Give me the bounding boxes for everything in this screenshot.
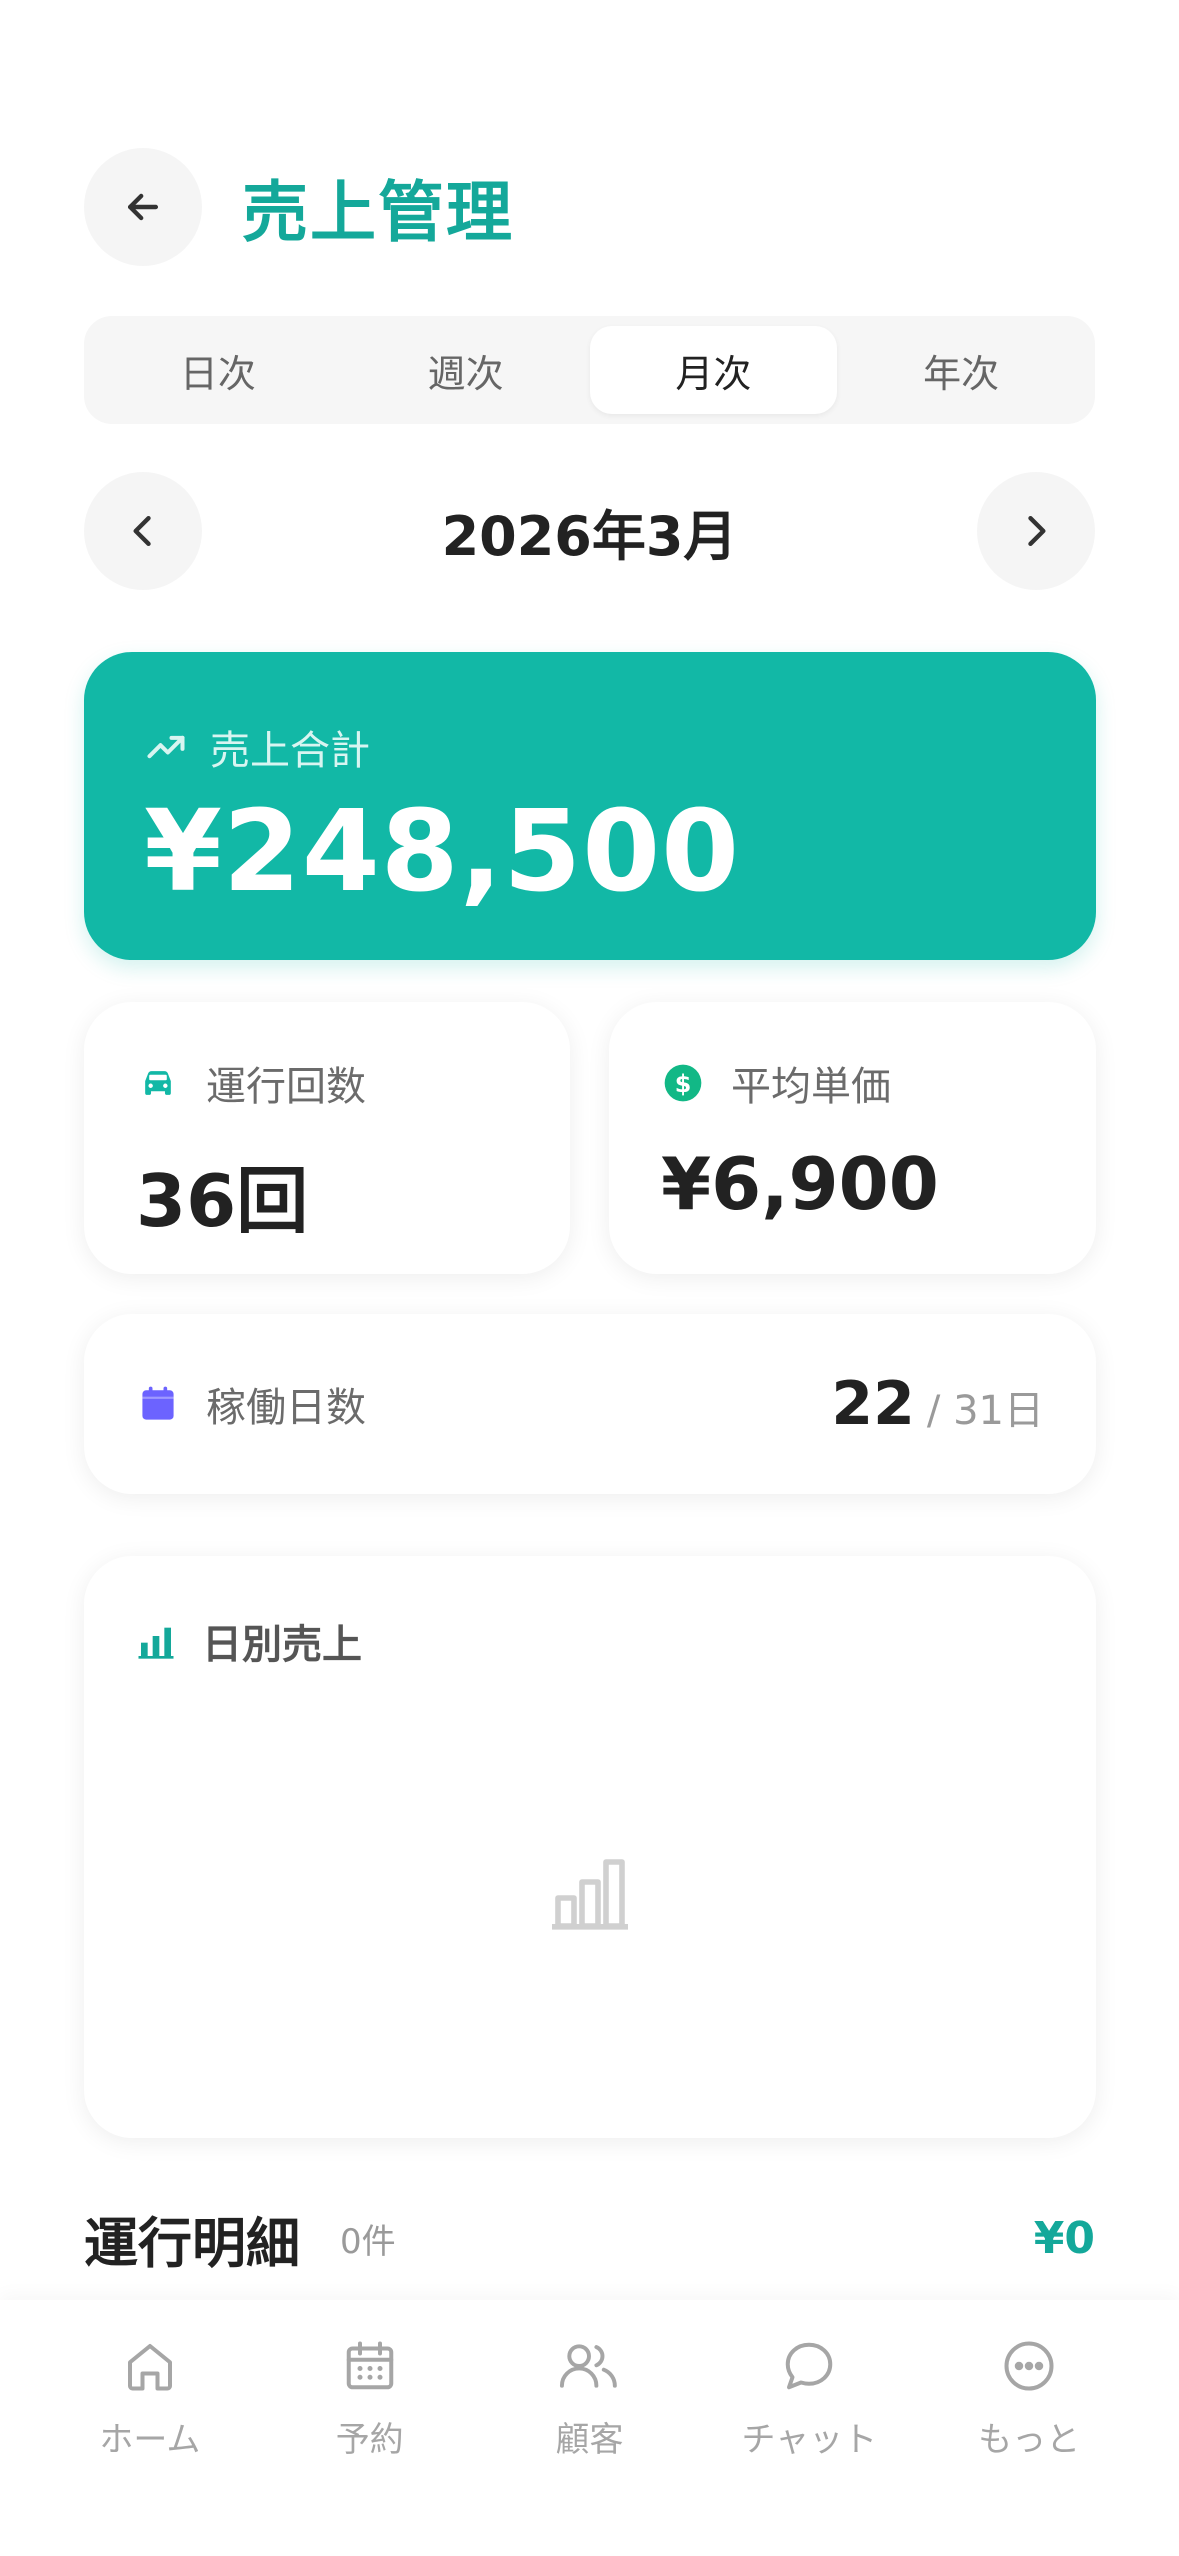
- average-price-card: $ 平均単価 ¥6,900: [609, 1002, 1096, 1274]
- bar-chart-icon: [136, 1621, 176, 1661]
- average-price-label: 平均単価: [731, 1064, 891, 1110]
- tab-chat[interactable]: チャット: [699, 2300, 919, 2556]
- empty-chart-placeholder: [84, 1846, 1096, 1942]
- total-sales-header: 売上合計: [144, 718, 1036, 776]
- home-icon: [127, 2344, 172, 2391]
- bottom-tab-bar: ホーム 予約 顧客 チャット もっと: [0, 2300, 1179, 2556]
- tab-yearly[interactable]: 年次: [837, 326, 1085, 414]
- chevron-right-icon: [1028, 515, 1046, 547]
- page-title: 売上管理: [242, 174, 514, 251]
- tab-reservations-label: 予約: [335, 2420, 404, 2460]
- working-days-label: 稼働日数: [206, 1385, 366, 1431]
- period-segmented-control: 日次 週次 月次 年次: [84, 316, 1095, 424]
- daily-sales-header: 日別売上: [136, 1612, 1044, 1670]
- tab-reservations[interactable]: 予約: [260, 2300, 480, 2556]
- average-price-value: ¥6,900: [661, 1142, 939, 1226]
- total-sales-card: 売上合計 ¥248,500: [84, 652, 1096, 960]
- tab-weekly[interactable]: 週次: [342, 326, 590, 414]
- svg-text:$: $: [675, 1070, 692, 1098]
- next-period-button[interactable]: [977, 472, 1095, 590]
- total-sales-label: 売上合計: [210, 728, 370, 774]
- daily-sales-label: 日別売上: [202, 1622, 362, 1668]
- users-icon: [560, 2344, 618, 2388]
- tab-daily[interactable]: 日次: [94, 326, 342, 414]
- tab-more-label: もっと: [978, 2420, 1081, 2460]
- back-button[interactable]: [84, 148, 202, 266]
- period-navigator: 2026年3月: [84, 472, 1095, 590]
- working-days-header: 稼働日数: [136, 1375, 366, 1433]
- tab-more[interactable]: もっと: [919, 2300, 1139, 2556]
- dollar-circle-icon: $: [661, 1061, 705, 1105]
- tab-monthly[interactable]: 月次: [589, 326, 838, 414]
- working-days-value: 22: [831, 1369, 915, 1439]
- tab-home[interactable]: ホーム: [40, 2300, 260, 2556]
- tab-home-label: ホーム: [99, 2420, 201, 2460]
- average-price-header: $ 平均単価: [661, 1054, 1044, 1112]
- total-sales-value: ¥248,500: [144, 787, 741, 917]
- chevron-left-icon: [133, 515, 151, 547]
- working-days-count: 22 / 31日: [831, 1369, 1044, 1439]
- rides-count-card: 運行回数 36回: [84, 1002, 570, 1274]
- ride-details-title: 運行明細: [84, 2211, 300, 2275]
- rides-count-header: 運行回数: [136, 1054, 518, 1112]
- calendar-icon: [136, 1382, 180, 1426]
- tab-customers-label: 顧客: [555, 2420, 624, 2460]
- ride-details-count: 0件: [340, 2221, 396, 2262]
- chat-icon: [786, 2342, 833, 2390]
- prev-period-button[interactable]: [84, 472, 202, 590]
- tab-customers[interactable]: 顧客: [480, 2300, 700, 2556]
- tab-chat-label: チャット: [741, 2420, 878, 2460]
- calendar-icon: [346, 2341, 393, 2390]
- ride-details-amount: ¥0: [1033, 2212, 1095, 2264]
- rides-count-label: 運行回数: [206, 1064, 366, 1110]
- header: 売上管理: [84, 148, 1095, 266]
- arrow-left-icon: [127, 193, 159, 221]
- period-label: 2026年3月: [441, 504, 738, 568]
- ride-details-header: 運行明細 0件 ¥0: [84, 2196, 1095, 2280]
- more-icon: [1004, 2341, 1054, 2391]
- rides-count-value: 36回: [136, 1159, 309, 1243]
- bar-chart-outline-icon: [552, 1859, 628, 1930]
- daily-sales-card: 日別売上: [84, 1556, 1096, 2138]
- working-days-card: 稼働日数 22 / 31日: [84, 1314, 1096, 1494]
- trending-up-icon: [147, 735, 185, 759]
- working-days-total: / 31日: [926, 1388, 1044, 1434]
- car-icon: [136, 1061, 180, 1105]
